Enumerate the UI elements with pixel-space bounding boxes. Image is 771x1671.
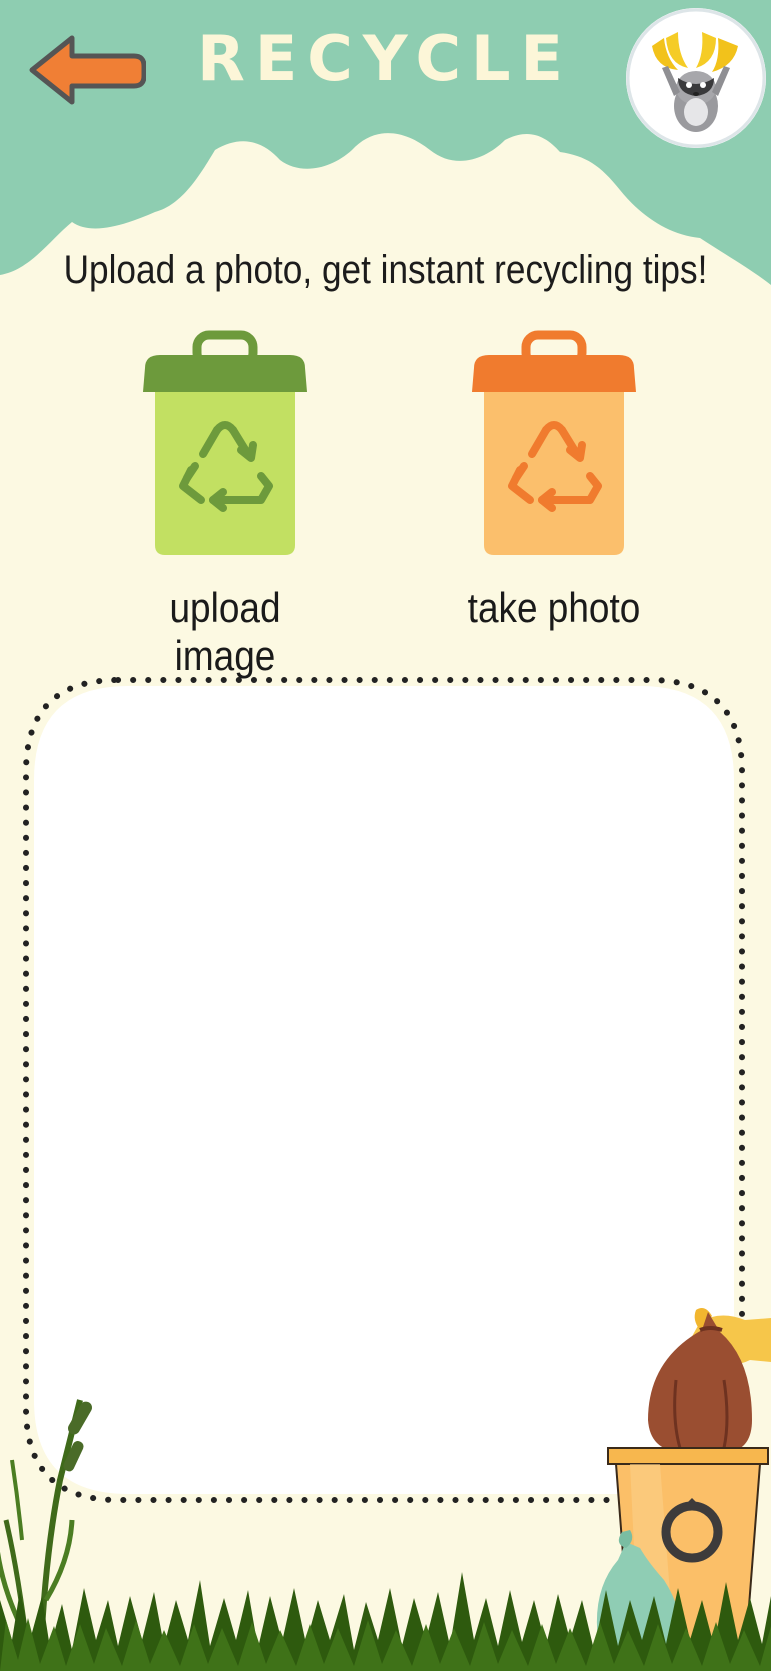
teal-bag-icon [596,1530,683,1671]
take-photo-button[interactable]: take photo [444,330,664,632]
arrow-left-icon [29,35,147,105]
tagline: Upload a photo, get instant recycling ti… [63,248,708,292]
recycle-bin-icon [143,330,307,555]
dotted-border [23,677,745,1503]
take-photo-label: take photo [467,584,641,631]
avatar[interactable] [626,8,766,148]
upload-image-label: upload image [169,584,281,679]
raccoon-avatar-icon [626,8,766,148]
upload-image-button[interactable]: upload image [115,330,335,680]
recycle-bin-icon [472,330,636,555]
image-preview-dropzone[interactable] [18,672,750,1508]
grass-icon [0,1572,771,1671]
page-title: RECYCLE [197,22,573,95]
back-button[interactable] [24,30,147,110]
